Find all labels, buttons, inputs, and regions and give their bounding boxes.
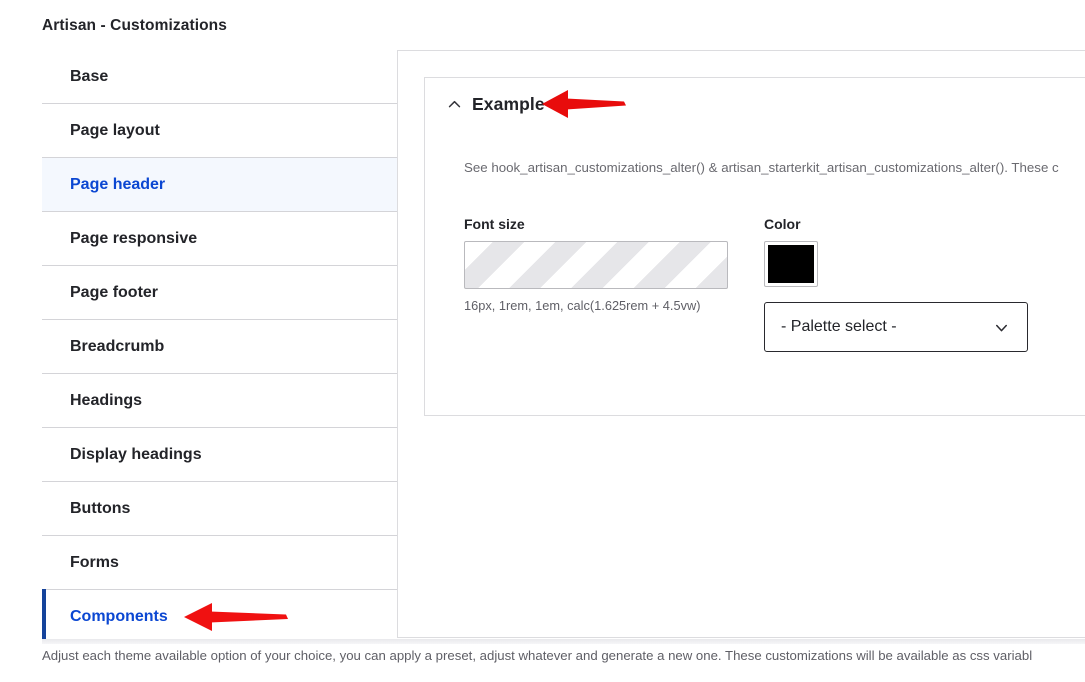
font-size-input[interactable] [464, 241, 728, 289]
example-form-row: Font size 16px, 1rem, 1em, calc(1.625rem… [464, 216, 1028, 352]
sidebar-item-label: Base [70, 67, 109, 85]
sidebar-item-page-footer[interactable]: Page footer [42, 266, 397, 320]
sidebar-item-forms[interactable]: Forms [42, 536, 397, 590]
sidebar-item-page-responsive[interactable]: Page responsive [42, 212, 397, 266]
sidebar-item-label: Display headings [70, 445, 202, 463]
font-size-label: Font size [464, 216, 525, 232]
page-bottom-description: Adjust each theme available option of yo… [42, 648, 1033, 663]
sidebar-item-label: Page layout [70, 121, 160, 139]
sidebar-item-buttons[interactable]: Buttons [42, 482, 397, 536]
sidebar-item-label: Components [70, 607, 168, 625]
palette-select[interactable]: - Palette select - [764, 302, 1028, 352]
example-details-panel: Example See hook_artisan_customizations_… [424, 77, 1085, 416]
customizations-vertical-tabs: Base Page layout Page header Page respon… [42, 50, 397, 644]
example-details-summary[interactable]: Example [425, 78, 1085, 115]
page-root: Artisan - Customizations Base Page layou… [0, 0, 1085, 682]
sidebar-item-base[interactable]: Base [42, 50, 397, 104]
sidebar-item-label: Forms [70, 553, 119, 571]
page-title: Artisan - Customizations [42, 17, 227, 34]
font-size-help-text: 16px, 1rem, 1em, calc(1.625rem + 4.5vw) [464, 298, 701, 313]
bottom-separator [42, 639, 1085, 644]
chevron-up-icon [448, 100, 461, 108]
sidebar-item-label: Breadcrumb [70, 337, 165, 355]
sidebar-item-label: Page footer [70, 283, 159, 301]
color-swatch-preview [768, 245, 814, 283]
sidebar-item-breadcrumb[interactable]: Breadcrumb [42, 320, 397, 374]
sidebar-item-components[interactable]: Components [42, 589, 397, 644]
chevron-down-icon [995, 324, 1008, 331]
sidebar-item-display-headings[interactable]: Display headings [42, 428, 397, 482]
color-swatch-input[interactable] [764, 241, 818, 287]
color-label: Color [764, 216, 801, 232]
sidebar-item-label: Page responsive [70, 229, 198, 247]
sidebar-item-page-layout[interactable]: Page layout [42, 104, 397, 158]
sidebar-item-label: Headings [70, 391, 143, 409]
palette-select-value: - Palette select - [781, 318, 897, 335]
example-description: See hook_artisan_customizations_alter() … [464, 160, 1059, 175]
sidebar-item-label: Buttons [70, 499, 131, 517]
font-size-field-group: Font size 16px, 1rem, 1em, calc(1.625rem… [464, 216, 728, 352]
example-details-title: Example [472, 94, 545, 114]
sidebar-item-headings[interactable]: Headings [42, 374, 397, 428]
sidebar-item-page-header[interactable]: Page header [42, 158, 397, 212]
sidebar-item-label: Page header [70, 175, 166, 193]
color-field-group: Color - Palette select - [764, 216, 1028, 352]
